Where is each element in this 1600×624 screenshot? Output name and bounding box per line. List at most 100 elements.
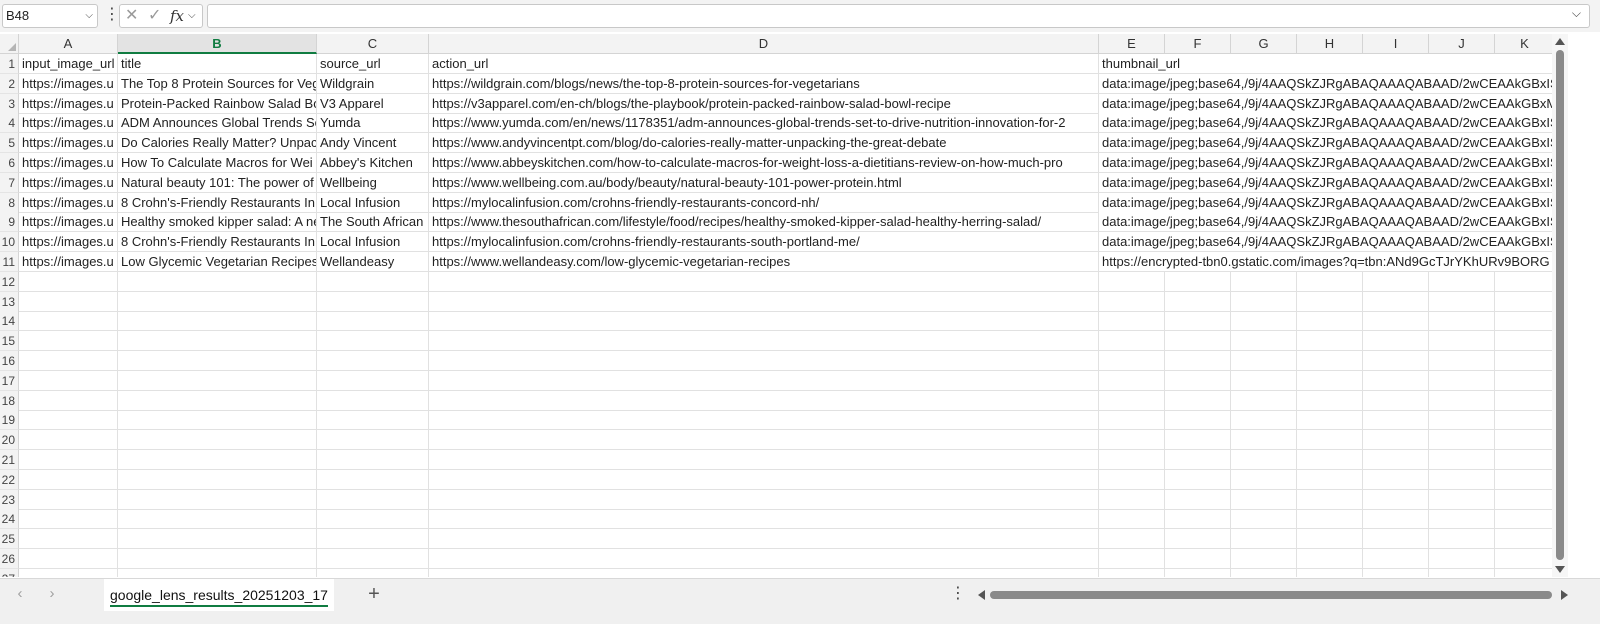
cell-b20[interactable] [118,430,317,451]
row-header[interactable]: 14 [0,311,19,332]
cell-d5[interactable]: https://www.andyvincentpt.com/blog/do-ca… [429,133,1099,154]
cell-i20[interactable] [1363,430,1429,451]
cell-c15[interactable] [317,331,429,352]
cell-i19[interactable] [1363,410,1429,431]
column-header-a[interactable]: A [19,34,118,54]
cell-f22[interactable] [1165,469,1231,490]
cell-d16[interactable] [429,351,1099,371]
insert-function-icon[interactable]: fx [170,5,184,27]
cell-d25[interactable] [429,529,1099,550]
cell-b13[interactable] [118,291,317,312]
cell-a20[interactable] [19,430,118,451]
cell-a1[interactable]: input_image_url [19,54,118,74]
cell-c6[interactable]: Abbey's Kitchen [317,153,429,173]
cell-k16[interactable] [1495,351,1552,371]
cell-i22[interactable] [1363,469,1429,490]
cell-j14[interactable] [1429,311,1495,332]
select-all-corner[interactable] [0,34,19,54]
next-sheet-icon[interactable]: › [44,585,60,602]
cell-i13[interactable] [1363,291,1429,312]
cell-i12[interactable] [1363,271,1429,292]
row-header[interactable]: 9 [0,212,19,233]
cell-c16[interactable] [317,351,429,371]
cell-g18[interactable] [1231,390,1297,411]
cell-j12[interactable] [1429,271,1495,292]
cell-f21[interactable] [1165,450,1231,470]
cell-h27[interactable] [1297,568,1363,577]
cell-c20[interactable] [317,430,429,451]
cell-f26[interactable] [1165,549,1231,569]
row-header[interactable]: 1 [0,54,19,74]
chevron-down-icon[interactable]: ⌵ [85,5,93,27]
prev-sheet-icon[interactable]: ‹ [12,585,28,602]
cell-k13[interactable] [1495,292,1552,312]
cell-d11[interactable]: https://www.wellandeasy.com/low-glycemic… [429,252,1099,272]
cell-i16[interactable] [1363,351,1429,371]
column-header-j[interactable]: J [1429,34,1495,54]
cell-c3[interactable]: V3 Apparel [317,93,429,114]
row-header[interactable]: 16 [0,351,19,371]
cell-b8[interactable]: 8 Crohn's-Friendly Restaurants In [118,192,317,213]
cell-c5[interactable]: Andy Vincent [317,133,429,154]
cell-b16[interactable] [118,351,317,371]
column-header-h[interactable]: H [1297,34,1363,54]
cell-c22[interactable] [317,469,429,490]
cell-k27[interactable] [1495,569,1552,577]
row-header[interactable]: 10 [0,232,19,253]
cell-g12[interactable] [1231,271,1297,292]
cell-h23[interactable] [1297,489,1363,510]
row-header[interactable]: 7 [0,172,19,193]
cell-f13[interactable] [1165,291,1231,312]
cell-d9[interactable]: https://www.thesouthafrican.com/lifestyl… [429,212,1099,233]
cell-b12[interactable] [118,271,317,292]
cell-d8[interactable]: https://mylocalinfusion.com/crohns-frien… [429,192,1099,213]
cell-b7[interactable]: Natural beauty 101: The power of [118,172,317,193]
cell-d1[interactable]: action_url [429,54,1099,74]
scroll-down-icon[interactable] [1555,566,1565,573]
cell-k26[interactable] [1495,549,1552,569]
cell-d12[interactable] [429,271,1099,292]
cell-k21[interactable] [1495,450,1552,470]
cell-g14[interactable] [1231,311,1297,332]
cell-e7[interactable]: data:image/jpeg;base64,/9j/4AAQSkZJRgABA… [1099,172,1552,193]
cell-d6[interactable]: https://www.abbeyskitchen.com/how-to-cal… [429,153,1099,173]
cell-c11[interactable]: Wellandeasy [317,252,429,272]
cell-f24[interactable] [1165,509,1231,530]
cell-a9[interactable]: https://images.u [19,212,118,233]
more-options-icon[interactable]: ⋮ [104,6,120,26]
cell-k17[interactable] [1495,371,1552,391]
cell-a12[interactable] [19,271,118,292]
row-header[interactable]: 24 [0,509,19,530]
cell-k18[interactable] [1495,391,1552,411]
scroll-right-icon[interactable] [1561,590,1568,600]
cell-d18[interactable] [429,390,1099,411]
cell-c10[interactable]: Local Infusion [317,232,429,253]
cell-f23[interactable] [1165,489,1231,510]
row-header[interactable]: 26 [0,549,19,569]
horizontal-scrollbar[interactable] [978,589,1568,601]
cell-a22[interactable] [19,469,118,490]
cell-b23[interactable] [118,489,317,510]
cell-b10[interactable]: 8 Crohn's-Friendly Restaurants In [118,232,317,253]
cell-b3[interactable]: Protein-Packed Rainbow Salad Bo [118,93,317,114]
column-header-c[interactable]: C [317,34,429,54]
cell-e27[interactable] [1099,568,1165,577]
cell-d21[interactable] [429,450,1099,470]
cell-d7[interactable]: https://www.wellbeing.com.au/body/beauty… [429,172,1099,193]
cell-g21[interactable] [1231,450,1297,470]
cell-c13[interactable] [317,291,429,312]
cell-a10[interactable]: https://images.u [19,232,118,253]
cell-j13[interactable] [1429,291,1495,312]
cell-j18[interactable] [1429,390,1495,411]
cell-c14[interactable] [317,311,429,332]
column-header-e[interactable]: E [1099,34,1165,54]
cell-e5[interactable]: data:image/jpeg;base64,/9j/4AAQSkZJRgABA… [1099,133,1552,154]
cell-d17[interactable] [429,370,1099,391]
cell-e1[interactable]: thumbnail_url [1099,54,1552,74]
cell-c21[interactable] [317,450,429,470]
cell-e4[interactable]: data:image/jpeg;base64,/9j/4AAQSkZJRgABA… [1099,113,1552,134]
cell-e9[interactable]: data:image/jpeg;base64,/9j/4AAQSkZJRgABA… [1099,212,1552,233]
cell-k24[interactable] [1495,509,1552,530]
cell-b24[interactable] [118,509,317,530]
cell-d19[interactable] [429,410,1099,431]
